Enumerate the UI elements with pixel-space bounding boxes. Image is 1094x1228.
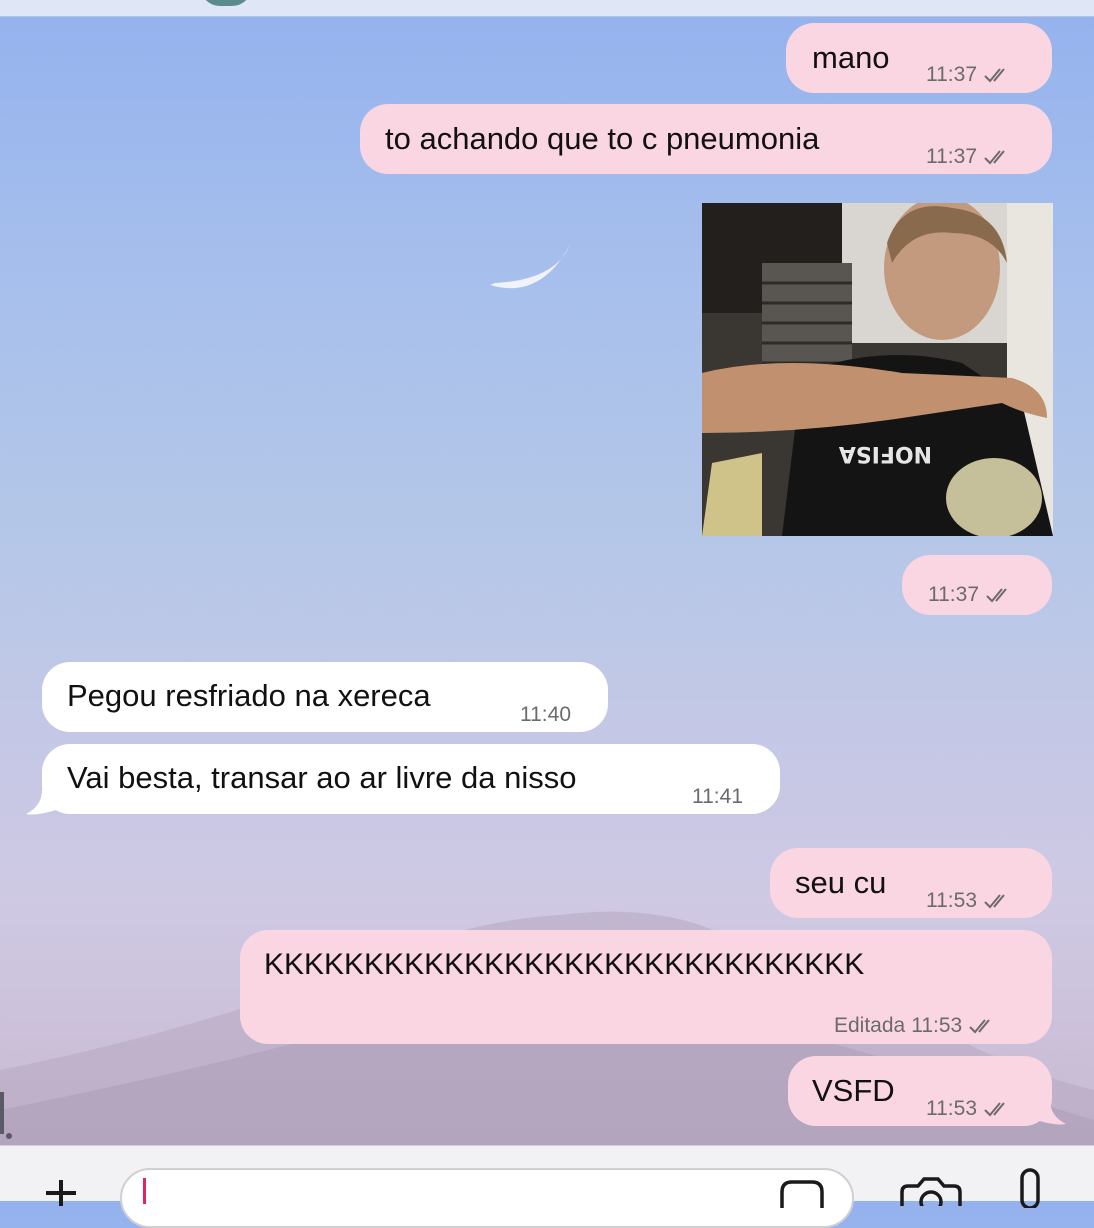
message-meta: 11:41 [692, 779, 743, 815]
message-time: 11:41 [692, 785, 743, 808]
message-bubble-outgoing[interactable]: to achando que to c pneumonia 11:37 [360, 104, 1052, 174]
message-meta: 11:40 [520, 697, 571, 733]
message-bubble-outgoing[interactable]: mano 11:37 [786, 23, 1052, 93]
read-ticks-icon [984, 68, 1005, 83]
message-text: Vai besta, transar ao ar livre da nisso [67, 760, 577, 795]
read-ticks-icon [984, 150, 1005, 165]
message-time: 11:37 [926, 145, 977, 168]
message-meta: 11:53 [926, 1091, 1011, 1127]
left-edge-partial-icon [0, 1092, 12, 1139]
message-text: mano [812, 40, 890, 75]
message-bubble-incoming[interactable]: Vai besta, transar ao ar livre da nisso … [42, 744, 780, 814]
mic-icon[interactable] [1012, 1168, 1048, 1208]
read-ticks-icon [969, 1019, 991, 1034]
moon-wallpaper-decoration [490, 245, 570, 289]
read-ticks-icon [984, 1102, 1005, 1117]
message-time: 11:37 [926, 63, 977, 86]
message-text: Pegou resfriado na xereca [67, 678, 431, 713]
photo-content: NOFISA [702, 203, 1053, 536]
message-text: seu cu [795, 865, 887, 900]
plus-icon[interactable] [36, 1176, 86, 1206]
message-time: 11:40 [520, 703, 571, 726]
message-meta: Editada 11:53 [834, 1008, 996, 1044]
message-bubble-outgoing[interactable]: 11:37 [902, 555, 1052, 615]
text-caret [143, 1178, 146, 1204]
read-ticks-icon [984, 894, 1005, 909]
message-text: KKKKKKKKKKKKKKKKKKKKKKKKKKKKKK [264, 948, 865, 981]
contact-avatar[interactable] [200, 0, 252, 6]
message-input[interactable] [120, 1168, 854, 1228]
message-meta: 11:37 [928, 577, 1013, 613]
message-bubble-outgoing[interactable]: seu cu 11:53 [770, 848, 1052, 918]
message-meta: 11:37 [926, 139, 1011, 175]
message-text: VSFD [812, 1073, 895, 1108]
message-meta: 11:37 [926, 57, 1011, 93]
message-bubble-incoming[interactable]: Pegou resfriado na xereca 11:40 [42, 662, 608, 732]
message-bubble-outgoing[interactable]: KKKKKKKKKKKKKKKKKKKKKKKKKKKKKK Editada 1… [240, 930, 1052, 1044]
message-time: 11:53 [926, 1097, 977, 1120]
svg-text:NOFISA: NOFISA [839, 441, 932, 466]
read-ticks-icon [986, 588, 1007, 603]
message-bubble-outgoing[interactable]: VSFD 11:53 [788, 1056, 1052, 1126]
message-time: 11:53 [926, 889, 977, 912]
shared-photo[interactable]: NOFISA [702, 203, 1053, 536]
edited-label: Editada [834, 1014, 906, 1037]
camera-icon[interactable] [898, 1176, 964, 1206]
message-time: 11:37 [928, 583, 979, 606]
message-time: 11:53 [911, 1014, 963, 1037]
message-meta: 11:53 [926, 883, 1011, 919]
sticker-icon[interactable] [778, 1178, 826, 1208]
chat-header-edge [0, 0, 1094, 17]
message-text: to achando que to c pneumonia [385, 121, 820, 156]
